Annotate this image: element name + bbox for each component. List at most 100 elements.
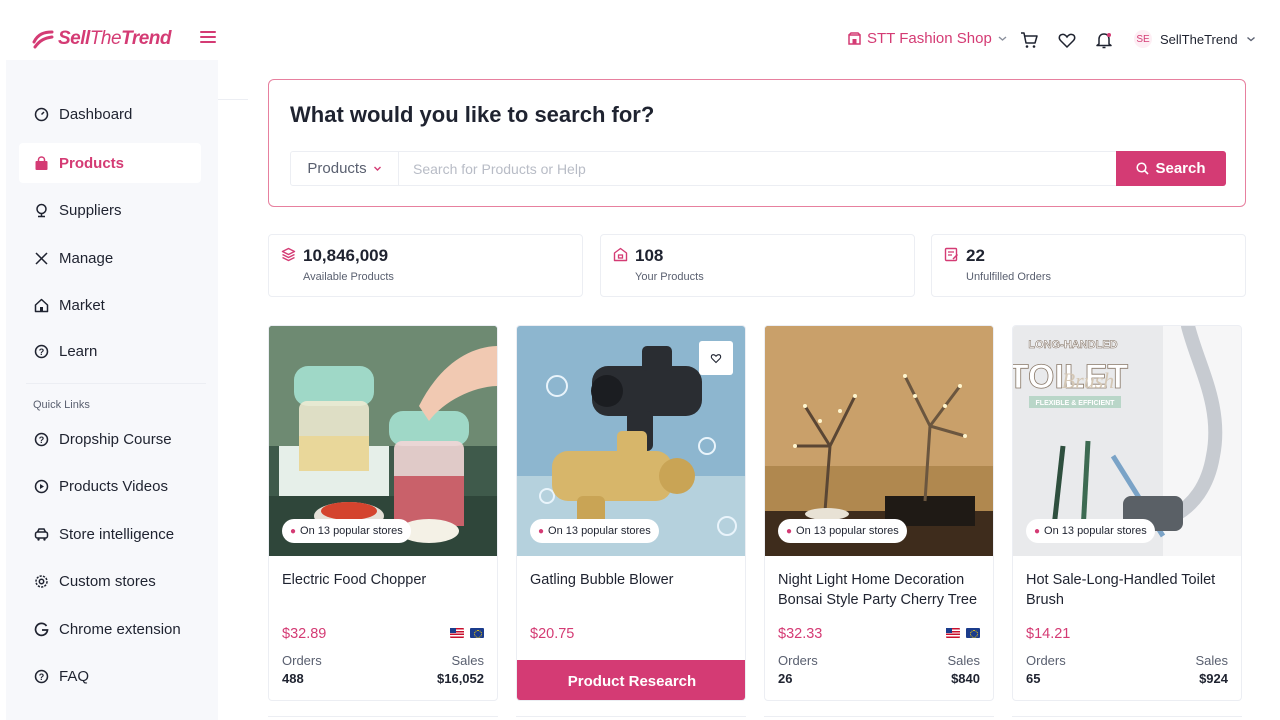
- stat-label: Your Products: [635, 271, 704, 283]
- sidebar-item-faq[interactable]: ? FAQ: [19, 656, 201, 696]
- sidebar-item-market[interactable]: Market: [19, 285, 201, 325]
- tools-icon: [35, 251, 48, 265]
- search-input[interactable]: [399, 152, 1116, 185]
- sidebar-item-suppliers[interactable]: Suppliers: [19, 190, 201, 230]
- flame-icon: ●: [1034, 525, 1041, 537]
- store-icon: [848, 32, 861, 45]
- product-title[interactable]: Gatling Bubble Blower: [530, 570, 735, 590]
- search-title: What would you like to search for?: [290, 102, 655, 127]
- next-row-card: [764, 716, 994, 720]
- sales-label: Sales: [1195, 653, 1228, 668]
- sidebar-item-label: Products: [59, 154, 125, 172]
- market-flags: [946, 628, 980, 638]
- product-price: $20.75: [530, 626, 575, 642]
- product-card[interactable]: ● On 13 popular stores Night Light Home D…: [764, 325, 994, 701]
- product-title[interactable]: Electric Food Chopper: [282, 570, 487, 590]
- bell-icon[interactable]: [1094, 30, 1114, 50]
- orders-value: 26: [778, 671, 793, 686]
- stat-label: Unfulfilled Orders: [966, 271, 1051, 283]
- product-price: $14.21: [1026, 626, 1071, 642]
- product-title[interactable]: Night Light Home Decoration Bonsai Style…: [778, 570, 983, 610]
- orders-label: Orders: [282, 653, 322, 668]
- next-row-card: [1012, 716, 1242, 720]
- help-icon: ?: [34, 432, 49, 446]
- sidebar: Dashboard Products Suppliers Manage Mark…: [6, 60, 218, 720]
- sidebar-item-custom-stores[interactable]: Custom stores: [19, 561, 201, 601]
- popularity-badge: ● On 13 popular stores: [282, 519, 411, 543]
- stat-unfulfilled-orders: 22 Unfulfilled Orders: [931, 234, 1246, 297]
- svg-text:?: ?: [39, 435, 45, 445]
- orders-icon: [944, 247, 959, 262]
- shop-selector[interactable]: STT Fashion Shop: [848, 30, 1007, 47]
- heart-icon[interactable]: [1057, 30, 1077, 50]
- sidebar-item-chrome-extension[interactable]: Chrome extension: [19, 609, 201, 649]
- us-flag-icon: [946, 628, 960, 638]
- sidebar-item-manage[interactable]: Manage: [19, 238, 201, 278]
- chevron-down-icon: [998, 36, 1007, 41]
- quick-links-title: Quick Links: [33, 399, 90, 411]
- logo-text: SellTheTrend: [58, 28, 171, 49]
- user-menu[interactable]: SE SellTheTrend: [1134, 30, 1256, 48]
- sidebar-item-learn[interactable]: ? Learn: [19, 331, 201, 371]
- product-card[interactable]: ● On 13 popular stores Electric Food Chop…: [268, 325, 498, 701]
- flame-icon: ●: [290, 525, 297, 537]
- product-research-button[interactable]: Product Research: [517, 660, 745, 700]
- next-row-card: [516, 716, 746, 720]
- product-title[interactable]: Hot Sale-Long-Handled Toilet Brush: [1026, 570, 1231, 610]
- sidebar-item-label: Dashboard: [59, 105, 133, 123]
- image-text: Brush: [1062, 368, 1115, 393]
- chevron-down-icon: [373, 166, 381, 171]
- chevron-down-icon: [1246, 36, 1255, 42]
- layers-icon: [281, 247, 296, 262]
- search-button[interactable]: Search: [1116, 151, 1226, 186]
- sales-label: Sales: [451, 653, 484, 668]
- product-image[interactable]: LONG-HANDLED TOILET Brush FLEXIBLE & EFF…: [1013, 326, 1241, 556]
- gear-icon: [35, 574, 48, 588]
- cart-icon[interactable]: [1019, 30, 1039, 50]
- sidebar-item-label: Chrome extension: [59, 620, 181, 638]
- sidebar-item-label: FAQ: [59, 667, 90, 685]
- sales-label: Sales: [947, 653, 980, 668]
- product-price: $32.33: [778, 626, 823, 642]
- flame-icon: ●: [786, 525, 793, 537]
- sidebar-item-products-videos[interactable]: Products Videos: [19, 466, 201, 506]
- sidebar-item-label: Custom stores: [59, 572, 156, 590]
- svg-text:?: ?: [39, 347, 45, 357]
- menu-toggle-icon[interactable]: [200, 31, 216, 47]
- user-name: SellTheTrend: [1160, 31, 1238, 47]
- product-image[interactable]: ● On 13 popular stores: [517, 326, 745, 556]
- image-text: LONG-HANDLED: [1028, 339, 1117, 351]
- divider: [218, 99, 248, 100]
- sales-value: $840: [951, 671, 980, 686]
- sidebar-item-label: Store intelligence: [59, 525, 175, 543]
- next-row-card: [268, 716, 498, 720]
- brand-logo[interactable]: SellTheTrend: [32, 28, 171, 50]
- sidebar-divider: [26, 383, 206, 384]
- product-card[interactable]: LONG-HANDLED TOILET Brush FLEXIBLE & EFF…: [1012, 325, 1242, 701]
- product-image[interactable]: ● On 13 popular stores: [765, 326, 993, 556]
- sidebar-item-dashboard[interactable]: Dashboard: [19, 94, 201, 134]
- stat-value: 10,846,009: [303, 246, 389, 265]
- car-icon: [34, 527, 49, 541]
- orders-label: Orders: [778, 653, 818, 668]
- bag-icon: [35, 155, 48, 170]
- eu-flag-icon: [470, 628, 484, 638]
- sidebar-item-products[interactable]: Products: [19, 143, 201, 183]
- product-image[interactable]: ● On 13 popular stores: [269, 326, 497, 556]
- image-text: FLEXIBLE & EFFICIENT: [1036, 400, 1116, 407]
- sidebar-item-label: Dropship Course: [59, 430, 172, 448]
- popularity-badge: ● On 13 popular stores: [778, 519, 907, 543]
- home-icon: [34, 298, 49, 312]
- stat-available-products: 10,846,009 Available Products: [268, 234, 583, 297]
- search-category-select[interactable]: Products: [291, 152, 399, 185]
- sidebar-item-label: Suppliers: [59, 201, 122, 219]
- search-button-label: Search: [1155, 160, 1206, 177]
- search-category-label: Products: [307, 160, 367, 177]
- sidebar-item-dropship-course[interactable]: ? Dropship Course: [19, 419, 201, 459]
- sidebar-item-store-intelligence[interactable]: Store intelligence: [19, 514, 201, 554]
- supplier-icon: [36, 203, 47, 217]
- favorite-button[interactable]: [699, 341, 733, 375]
- stat-value: 22: [966, 246, 985, 265]
- sidebar-item-label: Market: [59, 296, 105, 314]
- product-card[interactable]: ● On 13 popular stores Gatling Bubble Blo…: [516, 325, 746, 701]
